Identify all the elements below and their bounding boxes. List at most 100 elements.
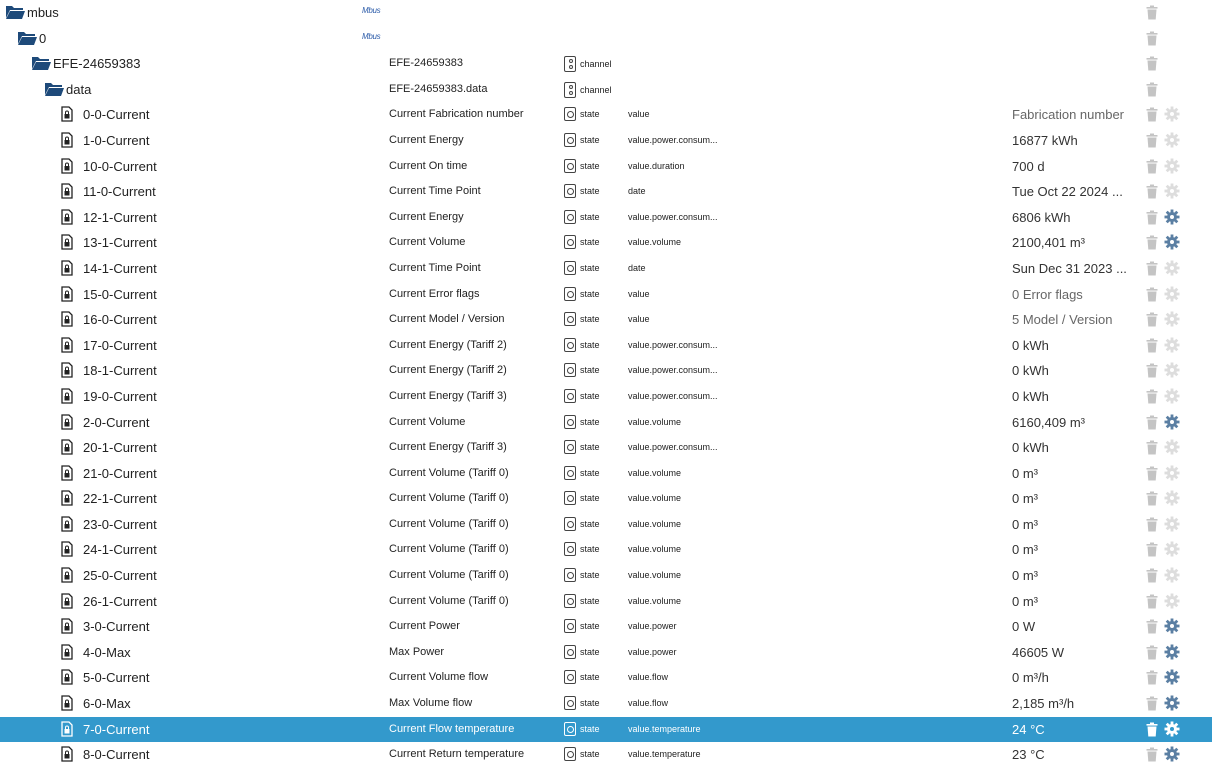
trash-icon[interactable] xyxy=(1146,184,1158,199)
gear-icon[interactable] xyxy=(1164,362,1180,378)
state-row[interactable]: 26-1-Current Current Volume (Tariff 0) sta… xyxy=(0,589,1212,615)
state-value[interactable]: 0 m³/h xyxy=(1012,670,1049,685)
gear-icon[interactable] xyxy=(1164,669,1180,685)
state-row[interactable]: 0-0-Current Current Fabrication number sta… xyxy=(0,102,1212,128)
state-row[interactable]: 23-0-Current Current Volume (Tariff 0) sta… xyxy=(0,512,1212,538)
state-value[interactable]: 23 °C xyxy=(1012,747,1045,762)
state-row[interactable]: 14-1-Current Current Time Point state date S… xyxy=(0,256,1212,282)
gear-icon[interactable] xyxy=(1164,541,1180,557)
trash-icon[interactable] xyxy=(1146,542,1158,557)
gear-icon[interactable] xyxy=(1164,158,1180,174)
state-value[interactable]: 6160,409 m³ xyxy=(1012,415,1085,430)
gear-icon[interactable] xyxy=(1164,746,1180,762)
folder-row[interactable]: data EFE-24659383.data channel xyxy=(0,77,1212,103)
state-row[interactable]: 17-0-Current Current Energy (Tariff 2) sta… xyxy=(0,333,1212,359)
state-row[interactable]: 20-1-Current Current Energy (Tariff 3) sta… xyxy=(0,435,1212,461)
folder-row[interactable]: EFE-24659383 EFE-24659383 channel xyxy=(0,51,1212,77)
trash-icon[interactable] xyxy=(1146,133,1158,148)
state-value[interactable]: 0 kWh xyxy=(1012,338,1049,353)
trash-icon[interactable] xyxy=(1146,440,1158,455)
gear-icon[interactable] xyxy=(1164,465,1180,481)
state-value[interactable]: Sun Dec 31 2023 ... xyxy=(1012,261,1127,276)
gear-icon[interactable] xyxy=(1164,439,1180,455)
gear-icon[interactable] xyxy=(1164,260,1180,276)
state-row[interactable]: 1-0-Current Current Energy state value.powe… xyxy=(0,128,1212,154)
state-row[interactable]: 25-0-Current Current Volume (Tariff 0) sta… xyxy=(0,563,1212,589)
folder-row[interactable]: mbus Mbus xyxy=(0,0,1212,26)
state-value[interactable]: 6806 kWh xyxy=(1012,210,1071,225)
trash-icon[interactable] xyxy=(1146,491,1158,506)
state-row[interactable]: 16-0-Current Current Model / Version state… xyxy=(0,307,1212,333)
trash-icon[interactable] xyxy=(1146,645,1158,660)
state-row[interactable]: 4-0-Max Max Power state value.power 46605 W xyxy=(0,640,1212,666)
state-value[interactable]: 0 Error flags xyxy=(1012,287,1083,302)
state-value[interactable]: 0 m³ xyxy=(1012,568,1038,583)
folder-open-icon[interactable] xyxy=(44,81,64,97)
state-value[interactable]: 700 d xyxy=(1012,159,1045,174)
state-row[interactable]: 13-1-Current Current Volume state value.vol… xyxy=(0,230,1212,256)
trash-icon[interactable] xyxy=(1146,338,1158,353)
state-value[interactable]: 5 Model / Version xyxy=(1012,312,1112,327)
trash-icon[interactable] xyxy=(1146,312,1158,327)
trash-icon[interactable] xyxy=(1146,159,1158,174)
trash-icon[interactable] xyxy=(1146,415,1158,430)
trash-icon[interactable] xyxy=(1146,722,1158,737)
folder-open-icon[interactable] xyxy=(5,4,25,20)
state-value[interactable]: 2,185 m³/h xyxy=(1012,696,1074,711)
state-value[interactable]: Tue Oct 22 2024 ... xyxy=(1012,184,1123,199)
trash-icon[interactable] xyxy=(1146,594,1158,609)
state-row[interactable]: 19-0-Current Current Energy (Tariff 3) sta… xyxy=(0,384,1212,410)
state-value[interactable]: Fabrication number xyxy=(1012,107,1124,122)
folder-row[interactable]: 0 Mbus xyxy=(0,26,1212,52)
trash-icon[interactable] xyxy=(1146,389,1158,404)
trash-icon[interactable] xyxy=(1146,235,1158,250)
state-row[interactable]: 2-0-Current Current Volume state value.volu… xyxy=(0,410,1212,436)
state-value[interactable]: 0 kWh xyxy=(1012,363,1049,378)
state-value[interactable]: 0 m³ xyxy=(1012,517,1038,532)
state-row[interactable]: 3-0-Current Current Power state value.power… xyxy=(0,614,1212,640)
state-row[interactable]: 18-1-Current Current Energy (Tariff 2) sta… xyxy=(0,358,1212,384)
folder-open-icon[interactable] xyxy=(17,30,37,46)
state-row[interactable]: 6-0-Max Max Volume flow state value.flow 2,1… xyxy=(0,691,1212,717)
state-value[interactable]: 0 kWh xyxy=(1012,389,1049,404)
gear-icon[interactable] xyxy=(1164,618,1180,634)
state-value[interactable]: 16877 kWh xyxy=(1012,133,1078,148)
gear-icon[interactable] xyxy=(1164,695,1180,711)
trash-icon[interactable] xyxy=(1146,56,1158,71)
trash-icon[interactable] xyxy=(1146,31,1158,46)
state-row[interactable]: 15-0-Current Current Error flags state valu… xyxy=(0,282,1212,308)
gear-icon[interactable] xyxy=(1164,311,1180,327)
state-value[interactable]: 0 m³ xyxy=(1012,594,1038,609)
gear-icon[interactable] xyxy=(1164,234,1180,250)
gear-icon[interactable] xyxy=(1164,414,1180,430)
state-value[interactable]: 0 m³ xyxy=(1012,466,1038,481)
trash-icon[interactable] xyxy=(1146,363,1158,378)
gear-icon[interactable] xyxy=(1164,490,1180,506)
trash-icon[interactable] xyxy=(1146,696,1158,711)
trash-icon[interactable] xyxy=(1146,466,1158,481)
state-row[interactable]: 21-0-Current Current Volume (Tariff 0) sta… xyxy=(0,461,1212,487)
trash-icon[interactable] xyxy=(1146,670,1158,685)
trash-icon[interactable] xyxy=(1146,107,1158,122)
state-row[interactable]: 5-0-Current Current Volume flow state value… xyxy=(0,665,1212,691)
gear-icon[interactable] xyxy=(1164,337,1180,353)
state-value[interactable]: 0 m³ xyxy=(1012,491,1038,506)
trash-icon[interactable] xyxy=(1146,261,1158,276)
gear-icon[interactable] xyxy=(1164,721,1180,737)
trash-icon[interactable] xyxy=(1146,747,1158,762)
trash-icon[interactable] xyxy=(1146,82,1158,97)
state-row[interactable]: 12-1-Current Current Energy state value.pow… xyxy=(0,205,1212,231)
folder-open-icon[interactable] xyxy=(31,55,51,71)
state-row[interactable]: 10-0-Current Current On time state value.du… xyxy=(0,154,1212,180)
state-row[interactable]: 8-0-Current Current Return temperature sta… xyxy=(0,742,1212,768)
state-value[interactable]: 24 °C xyxy=(1012,722,1045,737)
gear-icon[interactable] xyxy=(1164,209,1180,225)
trash-icon[interactable] xyxy=(1146,619,1158,634)
state-value[interactable]: 0 kWh xyxy=(1012,440,1049,455)
state-row[interactable]: 22-1-Current Current Volume (Tariff 0) sta… xyxy=(0,486,1212,512)
gear-icon[interactable] xyxy=(1164,106,1180,122)
gear-icon[interactable] xyxy=(1164,183,1180,199)
gear-icon[interactable] xyxy=(1164,388,1180,404)
gear-icon[interactable] xyxy=(1164,567,1180,583)
state-value[interactable]: 46605 W xyxy=(1012,645,1064,660)
